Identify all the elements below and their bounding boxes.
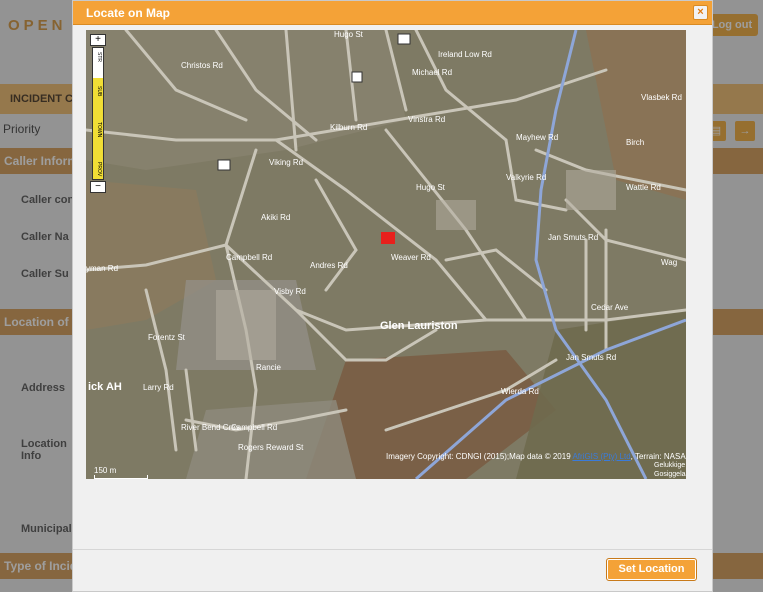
svg-text:Wag: Wag: [661, 258, 677, 267]
copyright-link[interactable]: AfriGIS (Pty) Ltd: [572, 452, 630, 461]
map-corner-logo: Gelukkige Gosiggelaa: [654, 462, 686, 478]
satellite-map[interactable]: Ireland Low Rd Vinstra Rd Mayhew Rd Chri…: [86, 30, 686, 479]
close-icon[interactable]: ×: [693, 5, 708, 20]
svg-text:Vlasbek Rd: Vlasbek Rd: [641, 93, 682, 102]
svg-text:Vinstra Rd: Vinstra Rd: [408, 115, 445, 124]
svg-text:Valkyrie Rd: Valkyrie Rd: [506, 173, 546, 182]
svg-text:Hugo St: Hugo St: [416, 183, 446, 192]
zoom-label-town: TOWN: [96, 122, 102, 138]
zoom-out-icon[interactable]: −: [90, 181, 106, 193]
set-location-button[interactable]: Set Location: [606, 558, 697, 581]
svg-text:Wierda Rd: Wierda Rd: [501, 387, 539, 396]
svg-text:Larry Rd: Larry Rd: [143, 383, 174, 392]
zoom-label-str: STR: [96, 52, 102, 62]
svg-text:Visby Rd: Visby Rd: [274, 287, 306, 296]
svg-text:Campbell Rd: Campbell Rd: [231, 423, 277, 432]
map-copyright: Imagery Copyright: CDNGI (2015);Map data…: [386, 451, 686, 462]
copyright-text: Imagery Copyright: CDNGI (2015);Map data…: [386, 452, 573, 461]
dialog-title: Locate on Map: [86, 6, 171, 20]
svg-text:Akiki Rd: Akiki Rd: [261, 213, 290, 222]
svg-text:Jan Smuts Rd: Jan Smuts Rd: [566, 353, 616, 362]
svg-text:Wattle Rd: Wattle Rd: [626, 183, 661, 192]
place-label: Glen Lauriston: [380, 320, 458, 332]
zoom-control: + − STR SUB TOWN PROV: [90, 34, 108, 194]
dialog-footer-divider: [73, 549, 712, 550]
svg-text:yman Rd: yman Rd: [86, 264, 118, 273]
map-imagery: Ireland Low Rd Vinstra Rd Mayhew Rd Chri…: [86, 30, 686, 479]
svg-text:Ireland Low Rd: Ireland Low Rd: [438, 50, 492, 59]
svg-text:Cedar Ave: Cedar Ave: [591, 303, 629, 312]
zoom-label-prov: PROV: [96, 162, 102, 177]
svg-text:Rancie: Rancie: [256, 363, 281, 372]
copyright-suffix: , Terrain: NASA: [630, 452, 686, 461]
svg-text:Forentz St: Forentz St: [148, 333, 186, 342]
svg-text:Birch: Birch: [626, 138, 644, 147]
area-label: ick AH: [88, 381, 122, 393]
scale-label: 150 m: [94, 466, 117, 475]
scale-bar: [94, 475, 148, 479]
svg-text:Christos Rd: Christos Rd: [181, 61, 223, 70]
svg-text:Michael Rd: Michael Rd: [412, 68, 452, 77]
zoom-in-icon[interactable]: +: [90, 34, 106, 46]
svg-text:Mayhew Rd: Mayhew Rd: [516, 133, 558, 142]
svg-text:Campbell Rd: Campbell Rd: [226, 253, 272, 262]
svg-text:Andres Rd: Andres Rd: [310, 261, 348, 270]
svg-text:Hugo St: Hugo St: [334, 30, 364, 39]
dialog-header[interactable]: Locate on Map ×: [73, 1, 712, 25]
svg-text:Kilburn Rd: Kilburn Rd: [330, 123, 367, 132]
zoom-label-sub: SUB: [96, 86, 102, 97]
svg-text:Viking Rd: Viking Rd: [269, 158, 303, 167]
locate-map-dialog: Locate on Map × Ireland Low Rd Vinstra R…: [72, 0, 713, 592]
svg-text:Jan Smuts Rd: Jan Smuts Rd: [548, 233, 598, 242]
svg-text:Rogers Reward St: Rogers Reward St: [238, 443, 304, 452]
svg-text:Weaver Rd: Weaver Rd: [391, 253, 431, 262]
